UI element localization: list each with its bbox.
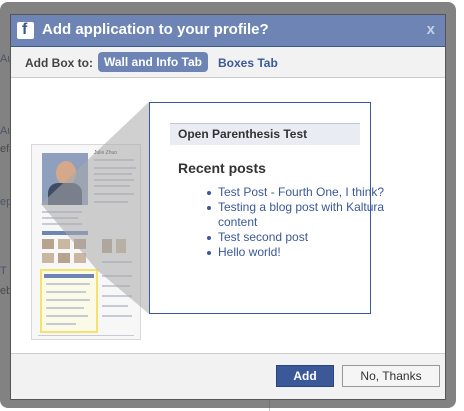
dialog-title-bar: f Add application to your profile? x bbox=[11, 15, 445, 47]
close-icon[interactable]: x bbox=[427, 21, 435, 38]
preview-box-title: Open Parenthesis Test bbox=[170, 123, 360, 145]
logo-letter: f bbox=[22, 21, 28, 38]
thumb-text-line bbox=[102, 261, 132, 263]
thumb-text-line bbox=[102, 275, 132, 277]
dialog-footer: Add No, Thanks bbox=[11, 353, 445, 399]
thumb-text-line bbox=[94, 201, 128, 203]
thumb-text-line bbox=[46, 299, 90, 301]
thumb-text-line bbox=[102, 315, 132, 317]
thumb-text-line bbox=[94, 167, 136, 169]
post-link[interactable]: Test Post - Fourth One, I think? bbox=[207, 185, 398, 200]
thumb-tab-line bbox=[94, 159, 134, 161]
thumb-friend-photo bbox=[74, 239, 86, 249]
tab-wall-and-info[interactable]: Wall and Info Tab bbox=[98, 52, 208, 72]
thumb-text-line bbox=[94, 173, 132, 175]
thumb-text-line bbox=[102, 295, 132, 297]
thumb-friend-photo bbox=[74, 253, 86, 263]
thumb-footer-line bbox=[38, 335, 134, 336]
tab-bar: Add Box to: Wall and Info Tab Boxes Tab bbox=[11, 47, 445, 78]
thumb-friend-photo bbox=[58, 253, 70, 263]
thumb-text-line bbox=[46, 291, 86, 293]
thumb-text-line bbox=[46, 307, 84, 309]
thumb-text-line bbox=[46, 283, 90, 285]
thumb-text-line bbox=[46, 323, 76, 325]
no-thanks-button[interactable]: No, Thanks bbox=[342, 365, 440, 387]
facebook-logo-icon: f bbox=[17, 21, 34, 39]
thumb-wall-photo bbox=[102, 239, 112, 253]
add-box-label: Add Box to: bbox=[25, 56, 93, 70]
post-link[interactable]: Testing a blog post with Kaltura content bbox=[207, 200, 398, 230]
thumb-box-header bbox=[44, 274, 94, 278]
thumb-section-bar bbox=[42, 231, 88, 235]
thumb-text-line bbox=[42, 211, 82, 213]
add-button[interactable]: Add bbox=[276, 365, 334, 387]
thumb-text-line bbox=[42, 223, 82, 225]
recent-posts-heading: Recent posts bbox=[178, 160, 266, 176]
profile-face bbox=[56, 161, 76, 185]
dialog-title: Add application to your profile? bbox=[42, 21, 269, 38]
profile-preview-thumbnail: Julie Zhuo bbox=[31, 144, 141, 340]
post-link[interactable]: Test second post bbox=[207, 230, 398, 245]
thumb-friend-photo bbox=[42, 239, 54, 249]
dialog-content: Julie Zhuo Open Parenthesis Test Recent … bbox=[11, 78, 445, 353]
box-preview-panel: Open Parenthesis Test Recent posts Test … bbox=[149, 102, 384, 314]
profile-name: Julie Zhuo bbox=[94, 150, 118, 156]
thumb-wall-photo bbox=[116, 239, 126, 253]
thumb-text-line bbox=[94, 179, 134, 181]
thumb-text-line bbox=[102, 285, 130, 287]
profile-body bbox=[48, 183, 82, 205]
thumb-text-line bbox=[46, 315, 88, 317]
post-link[interactable]: Hello world! bbox=[207, 245, 398, 260]
thumb-text-line bbox=[94, 193, 134, 195]
recent-posts-list: Test Post - Fourth One, I think? Testing… bbox=[178, 185, 398, 260]
thumb-friend-photo bbox=[42, 253, 54, 263]
thumb-box-placement-highlight bbox=[40, 269, 98, 333]
thumb-text-line bbox=[102, 305, 128, 307]
profile-photo bbox=[42, 153, 88, 205]
thumb-text-line bbox=[94, 185, 130, 187]
thumb-text-line bbox=[42, 217, 78, 219]
dialog-overlay-frame: f Add application to your profile? x Add… bbox=[0, 2, 456, 408]
tab-boxes[interactable]: Boxes Tab bbox=[218, 56, 278, 70]
add-application-dialog: f Add application to your profile? x Add… bbox=[10, 14, 446, 400]
thumb-friend-photo bbox=[58, 239, 70, 249]
